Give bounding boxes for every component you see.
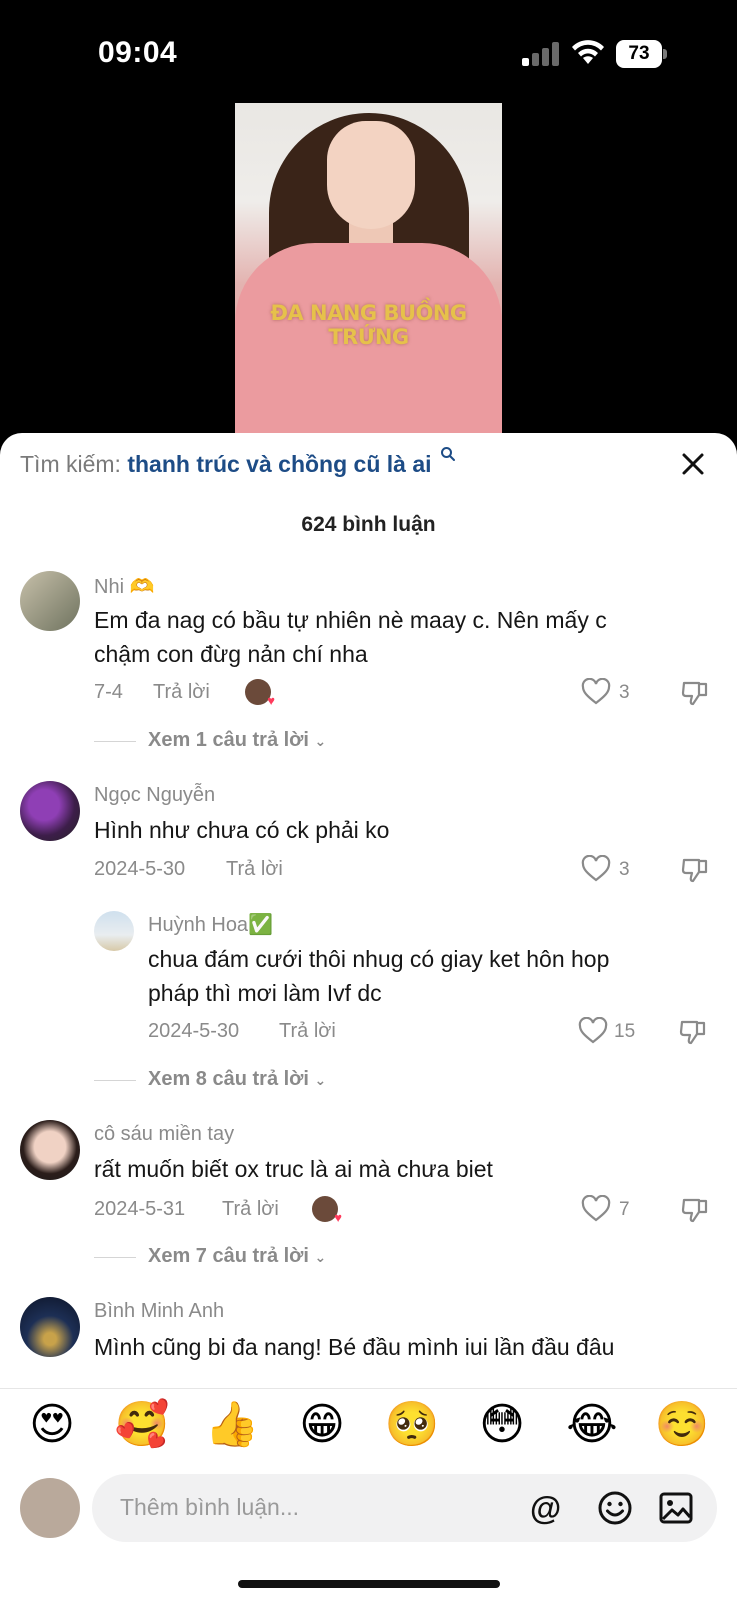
- mention-icon[interactable]: @: [530, 1490, 561, 1526]
- status-bar: 09:04 73: [0, 0, 737, 100]
- view-replies-label: Xem 1 câu trả lời: [148, 729, 309, 751]
- avatar[interactable]: [94, 911, 134, 951]
- emoji-grin-button[interactable]: 😁: [292, 1395, 352, 1455]
- like-heart-icon[interactable]: [581, 678, 611, 706]
- dislike-icon[interactable]: [681, 679, 709, 707]
- image-icon[interactable]: [658, 1490, 694, 1526]
- emoji-flushed-button[interactable]: 😳: [472, 1395, 532, 1455]
- like-count: 3: [619, 682, 630, 703]
- avatar[interactable]: [20, 1297, 80, 1357]
- comment-text: rất muốn biết ox truc là ai mà chưa biet: [94, 1156, 493, 1182]
- like-heart-icon[interactable]: [578, 1017, 608, 1045]
- video-player[interactable]: ĐA NANG BUỒNG TRỨNG: [235, 103, 502, 433]
- comment-text: Em đa nag có bầu tự nhiên nè maay c. Nên…: [94, 607, 607, 633]
- chevron-down-icon: ⌄: [314, 1072, 327, 1088]
- heart-badge-icon: ♥: [267, 693, 275, 708]
- comment-text: Mình cũng bi đa nang! Bé đầu mình iui lầ…: [94, 1334, 615, 1360]
- view-replies-line: [94, 1080, 136, 1081]
- reply-button[interactable]: Trả lời: [222, 1198, 279, 1221]
- view-replies-button[interactable]: Xem 1 câu trả lời ⌄: [148, 729, 326, 752]
- dislike-icon[interactable]: [679, 1018, 707, 1046]
- comment-input[interactable]: Thêm bình luận... @: [92, 1474, 717, 1542]
- comment-text: chua đám cưới thôi nhug có giay ket hôn …: [148, 946, 610, 972]
- search-term-link[interactable]: thanh trúc và chồng cũ là ai: [127, 451, 431, 477]
- view-replies-button[interactable]: Xem 7 câu trả lời ⌄: [148, 1245, 326, 1268]
- comment-username[interactable]: Ngọc Nguyễn: [94, 784, 215, 807]
- dislike-icon[interactable]: [681, 1196, 709, 1224]
- comment-username[interactable]: Nhi 🫶: [94, 574, 154, 599]
- emoji-smiling-hearts-button[interactable]: 🥰: [112, 1395, 172, 1455]
- battery-tip: [663, 49, 667, 59]
- emoji-heart-eyes-button[interactable]: 😍: [22, 1395, 82, 1455]
- reply-button[interactable]: Trả lời: [153, 681, 210, 704]
- chevron-down-icon: ⌄: [314, 733, 327, 749]
- like-count: 15: [614, 1021, 636, 1042]
- battery-icon: 73: [616, 40, 667, 68]
- home-indicator: [238, 1580, 500, 1588]
- comment-date: 2024-5-31: [94, 1198, 186, 1220]
- creator-liked-avatar: ♥: [245, 679, 275, 708]
- my-avatar[interactable]: [20, 1478, 80, 1538]
- search-prefix: Tìm kiếm:: [20, 451, 121, 477]
- view-replies-line: [94, 741, 136, 742]
- search-suggestion[interactable]: Tìm kiếm: thanh trúc và chồng cũ là ai: [20, 447, 455, 478]
- comment-username[interactable]: Bình Minh Anh: [94, 1300, 224, 1323]
- comment-text-line2: pháp thì mơi làm Ivf dc: [148, 980, 382, 1006]
- emoji-blush-button[interactable]: ☺️: [652, 1395, 712, 1455]
- view-replies-label: Xem 7 câu trả lời: [148, 1245, 309, 1267]
- comment-date: 2024-5-30: [148, 1020, 240, 1042]
- comments-count: 624 bình luận: [301, 513, 436, 536]
- view-replies-button[interactable]: Xem 8 câu trả lời ⌄: [148, 1068, 326, 1091]
- like-heart-icon[interactable]: [581, 1195, 611, 1223]
- emoji-icon[interactable]: [597, 1490, 633, 1526]
- cellular-signal-icon: [522, 42, 559, 66]
- screen: 09:04 73 ĐA NANG BUỒNG TRỨNG Tìm kiếm: t…: [0, 0, 737, 1600]
- comment-username[interactable]: Huỳnh Hoa✅: [148, 912, 273, 937]
- avatar[interactable]: [20, 571, 80, 631]
- comment-text-line2: chậm con đừg nản chí nha: [94, 641, 368, 667]
- battery-level: 73: [616, 40, 662, 68]
- close-icon[interactable]: [678, 449, 708, 479]
- view-replies-line: [94, 1257, 136, 1258]
- view-replies-label: Xem 8 câu trả lời: [148, 1068, 309, 1090]
- search-icon: [440, 447, 455, 461]
- comment-date: 7-4: [94, 681, 123, 703]
- video-figure-face: [327, 121, 415, 229]
- comment-date: 2024-5-30: [94, 858, 186, 880]
- comment-input-placeholder: Thêm bình luận...: [120, 1494, 299, 1520]
- avatar[interactable]: [20, 781, 80, 841]
- creator-liked-avatar: ♥: [312, 1196, 342, 1225]
- video-caption: ĐA NANG BUỒNG TRỨNG: [270, 301, 467, 349]
- status-time: 09:04: [98, 36, 178, 69]
- reply-button[interactable]: Trả lời: [279, 1020, 336, 1043]
- heart-badge-icon: ♥: [334, 1210, 342, 1225]
- emoji-quick-bar: 😍 🥰 👍 😁 🥺 😳 😂 ☺️: [0, 1395, 737, 1465]
- like-heart-icon[interactable]: [581, 855, 611, 883]
- emoji-pleading-button[interactable]: 🥺: [382, 1395, 442, 1455]
- dislike-icon[interactable]: [681, 856, 709, 884]
- divider: [0, 1388, 737, 1389]
- comment-text: Hình như chưa có ck phải ko: [94, 817, 390, 843]
- reply-button[interactable]: Trả lời: [226, 858, 283, 881]
- comment-username[interactable]: cô sáu miền tay: [94, 1123, 234, 1146]
- chevron-down-icon: ⌄: [314, 1249, 327, 1265]
- emoji-tears-of-joy-button[interactable]: 😂: [562, 1395, 622, 1455]
- like-count: 3: [619, 859, 630, 880]
- avatar[interactable]: [20, 1120, 80, 1180]
- wifi-icon: [572, 40, 604, 64]
- emoji-thumbs-up-button[interactable]: 👍: [202, 1395, 262, 1455]
- like-count: 7: [619, 1199, 630, 1220]
